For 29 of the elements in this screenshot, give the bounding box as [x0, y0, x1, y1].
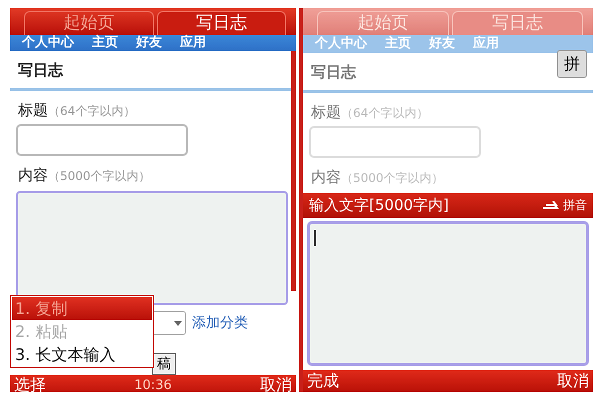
- content-label: 内容（5000个字以内）: [17, 165, 152, 186]
- page-heading: 写日志: [17, 60, 63, 81]
- clock: 10:36: [134, 378, 172, 392]
- input-panel-title: 输入文字[5000字内]: [309, 196, 449, 214]
- nav-link[interactable]: 好友: [136, 35, 162, 51]
- right-softkey[interactable]: 取消: [260, 375, 292, 392]
- arrows-icon: [543, 200, 561, 210]
- tab[interactable]: 写日志: [156, 11, 286, 35]
- page-heading: 写日志: [310, 62, 356, 83]
- add-category-link[interactable]: 添加分类: [192, 314, 248, 332]
- left-softkey[interactable]: 完成: [307, 370, 339, 392]
- menu-item[interactable]: 3. 长文本输入: [12, 343, 152, 366]
- title-input-field[interactable]: [309, 126, 481, 158]
- title-label: 标题（64个字以内）: [310, 102, 430, 123]
- content-label: 内容（5000个字以内）: [310, 167, 445, 188]
- nav-link[interactable]: 应用: [180, 35, 206, 51]
- text-input-area[interactable]: [307, 220, 589, 366]
- right-softkey[interactable]: 取消: [557, 370, 589, 392]
- nav-link[interactable]: 主页: [92, 35, 118, 51]
- left-softkey[interactable]: 选择: [14, 375, 46, 392]
- menu-item[interactable]: 1. 复制: [12, 297, 152, 320]
- title-label: 标题（64个字以内）: [17, 100, 136, 121]
- ime-key[interactable]: 拼: [557, 50, 587, 78]
- title-input-field[interactable]: [16, 124, 188, 156]
- submit-button[interactable]: 稿: [152, 353, 176, 375]
- caret-icon: [174, 320, 182, 326]
- text-cursor: [314, 230, 316, 246]
- nav-link[interactable]: 个人中心: [22, 35, 74, 51]
- input-mode-indicator: 拼音: [543, 196, 587, 214]
